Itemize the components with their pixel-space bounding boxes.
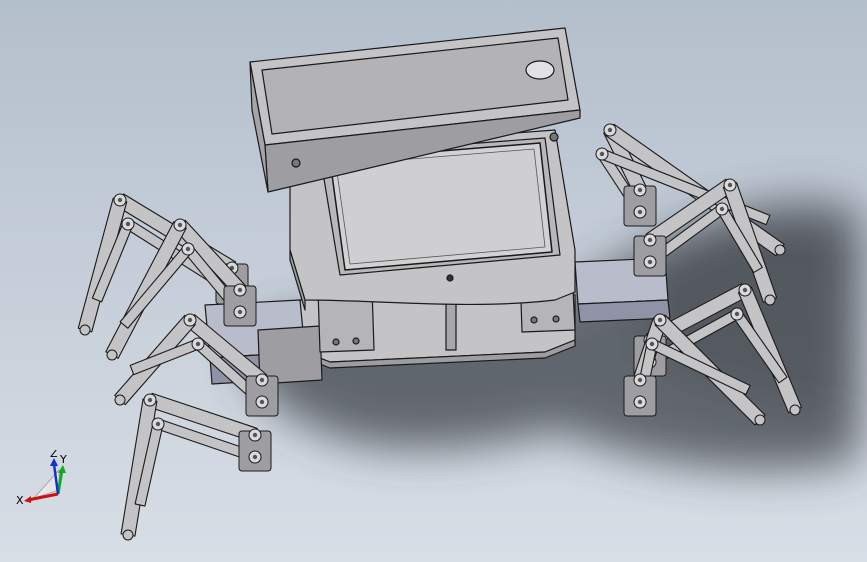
joint-pin-hole xyxy=(259,377,265,383)
joint-pin-hole xyxy=(177,222,183,228)
foot-tip xyxy=(754,414,766,426)
joint-pin-hole xyxy=(187,317,193,323)
joint-pin-hole xyxy=(237,309,243,315)
joint-pin-hole xyxy=(155,421,161,427)
joint-pin-hole xyxy=(252,454,258,460)
joint-pin-hole xyxy=(649,341,655,347)
joint-pin-hole xyxy=(637,377,643,383)
joint-pin-hole xyxy=(185,246,191,252)
foot-tip xyxy=(79,324,91,336)
foot-tip xyxy=(106,349,118,361)
joint-pin-hole xyxy=(125,221,131,227)
joint-pin-hole xyxy=(734,311,740,317)
joint-pin-hole xyxy=(117,197,123,203)
hexapod-robot-model[interactable] xyxy=(0,0,867,562)
x-axis-head xyxy=(24,496,31,503)
joint-pin-hole xyxy=(195,341,201,347)
foot-tip xyxy=(789,404,801,416)
joint-pin-hole xyxy=(252,432,258,438)
joint-pin-hole xyxy=(719,206,725,212)
joint-pin-hole xyxy=(259,399,265,405)
z-axis-label: Z xyxy=(50,450,58,460)
foot-tip xyxy=(114,394,126,406)
joint-pin-hole xyxy=(657,317,663,323)
joint-pin-hole xyxy=(647,259,653,265)
foot-tip xyxy=(122,529,134,541)
joint-pin-hole xyxy=(742,287,748,293)
foot-tip xyxy=(774,244,786,256)
coordinate-triad: X Y Z xyxy=(16,450,67,507)
joint-pin-hole xyxy=(237,287,243,293)
cad-3d-viewport[interactable]: X Y Z xyxy=(0,0,867,562)
y-axis-label: Y xyxy=(59,453,67,466)
foot-tip xyxy=(764,294,776,306)
joint-pin-hole xyxy=(147,397,153,403)
joint-pin-hole xyxy=(647,237,653,243)
joint-pin-hole xyxy=(727,182,733,188)
joint-pin-hole xyxy=(599,151,605,157)
joint-pin-hole xyxy=(637,209,643,215)
y-axis-head xyxy=(58,465,66,473)
x-axis-label: X xyxy=(16,494,24,507)
joint-pin-hole xyxy=(637,399,643,405)
joint-pin-hole xyxy=(607,127,613,133)
joint-pin-hole xyxy=(637,187,643,193)
